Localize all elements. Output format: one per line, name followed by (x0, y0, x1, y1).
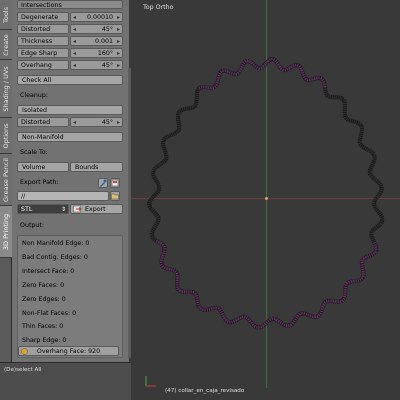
mesh-outline[interactable] (131, 0, 400, 400)
output-line: Non Manifold Edge: 0 (22, 240, 90, 247)
output-line: Non-Flat Faces: 0 (22, 310, 77, 317)
overhang-value[interactable]: ◂ 45° ▸ (70, 60, 123, 70)
increment-icon[interactable]: ▸ (117, 119, 120, 126)
intersections-button[interactable]: Intersections (17, 0, 123, 9)
edge-sharp-value[interactable]: ◂ 160° ▸ (70, 48, 123, 58)
non-manifold-button[interactable]: Non-Manifold (17, 132, 123, 142)
edge-sharp-button[interactable]: Edge Sharp (17, 48, 69, 58)
bounds-button[interactable]: Bounds (70, 162, 123, 172)
tab-create[interactable]: Create (0, 30, 12, 60)
format-select[interactable]: STL ⇕ (17, 204, 69, 214)
output-line: Intersect Face: 0 (22, 268, 75, 275)
axis-gizmo-icon (145, 376, 156, 387)
output-line: Thin Faces: 0 (22, 323, 64, 330)
tab-shading-uvs[interactable]: Shading / UVs (0, 60, 12, 118)
thickness-value[interactable]: ◂ 0.001 ▸ (70, 36, 123, 46)
decrement-icon[interactable]: ◂ (73, 14, 76, 21)
object-info: (47) collar_en_caja_revisado (165, 388, 245, 394)
decrement-icon[interactable]: ◂ (73, 38, 76, 45)
thickness-button[interactable]: Thickness (17, 36, 69, 46)
operator-panel[interactable]: (De)select All (0, 362, 131, 400)
decrement-icon[interactable]: ◂ (73, 50, 76, 57)
operator-title: (De)select All (4, 367, 42, 373)
decrement-icon[interactable]: ◂ (73, 62, 76, 69)
tab-grease-pencil[interactable]: Grease Pencil (0, 154, 12, 206)
tool-shelf-tabs: Tools Create Shading / UVs Options Greas… (0, 0, 12, 362)
degenerate-value[interactable]: ◂ 0.00010 ▸ (70, 12, 123, 22)
decrement-icon[interactable]: ◂ (73, 26, 76, 33)
distorted-check-value[interactable]: ◂ 45° ▸ (70, 24, 123, 34)
collar-mesh-path[interactable] (147, 56, 385, 330)
object-origin (265, 197, 268, 200)
distorted-check-button[interactable]: Distorted (17, 24, 69, 34)
tab-3d-printing[interactable]: 3D Printing (0, 206, 12, 258)
folder-icon[interactable] (110, 191, 120, 201)
export-icon (73, 205, 82, 215)
cleanup-label: Cleanup: (20, 92, 48, 99)
scale-to-label: Scale To: (20, 149, 48, 156)
increment-icon[interactable]: ▸ (117, 38, 120, 45)
tab-options[interactable]: Options (0, 118, 12, 154)
export-path-label: Export Path: (20, 179, 59, 186)
dropdown-arrows-icon: ⇕ (60, 206, 66, 213)
file-browser-icon[interactable] (110, 178, 120, 188)
output-line: Sharp Edge: 0 (22, 337, 67, 344)
decrement-icon[interactable]: ◂ (73, 119, 76, 126)
increment-icon[interactable]: ▸ (117, 62, 120, 69)
export-path-input[interactable]: // (17, 191, 109, 201)
output-label: Output: (20, 222, 44, 229)
output-line: Zero Faces: 0 (22, 282, 65, 289)
increment-icon[interactable]: ▸ (117, 14, 120, 21)
export-button[interactable]: Export (70, 204, 123, 214)
overhang-button[interactable]: Overhang (17, 60, 69, 70)
overhang-face-button[interactable]: Overhang Face: 920 (18, 346, 119, 356)
eyedropper-icon[interactable] (98, 178, 108, 188)
output-line: Zero Edges: 0 (22, 296, 66, 303)
distorted-cleanup-value[interactable]: ◂ 45° ▸ (70, 117, 123, 127)
isolated-button[interactable]: Isolated (17, 105, 123, 115)
degenerate-button[interactable]: Degenerate (17, 12, 69, 22)
increment-icon[interactable]: ▸ (117, 50, 120, 57)
check-all-button[interactable]: Check All (17, 75, 123, 85)
volume-button[interactable]: Volume (17, 162, 69, 172)
distorted-cleanup-button[interactable]: Distorted (17, 117, 69, 127)
increment-icon[interactable]: ▸ (117, 26, 120, 33)
tab-tools[interactable]: Tools (0, 0, 12, 30)
output-line: Bad Contig. Edges: 0 (22, 254, 88, 261)
